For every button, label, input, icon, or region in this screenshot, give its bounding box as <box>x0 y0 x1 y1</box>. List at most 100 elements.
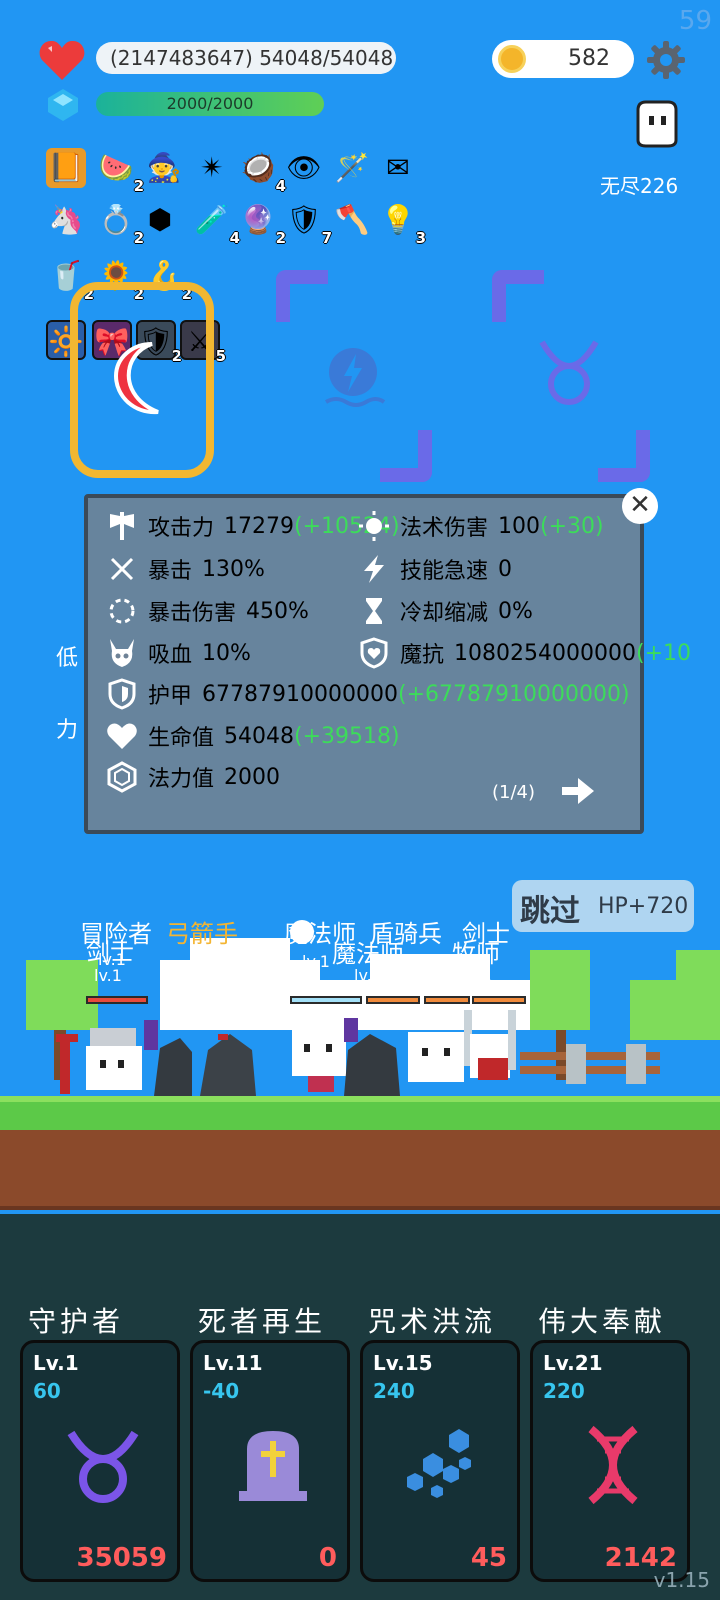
stat-cdr: 冷却缩减 0% <box>358 595 533 627</box>
taurus-sign-icon <box>539 340 599 405</box>
coin-icon <box>498 45 526 73</box>
book-icon[interactable]: 📙 <box>46 148 86 188</box>
item-glyph: 🧪 <box>194 203 230 236</box>
stat-label: 攻击力 <box>148 516 215 541</box>
hidden-text: 力 <box>56 718 79 743</box>
unit-label-shield-knight: 盾骑兵 <box>370 920 442 948</box>
skip-hp-label: HP+720 <box>598 894 689 919</box>
unit-level: lv.1 <box>464 966 492 985</box>
item-glyph: ✴ <box>200 151 224 184</box>
potion-icon[interactable]: 🧪 4 <box>192 200 240 246</box>
skill-value: 60 <box>33 1379 61 1403</box>
coin-value: 582 <box>568 46 610 71</box>
skill-title: 伟大奉献 <box>538 1305 667 1338</box>
item-glyph: 🧙 <box>146 151 182 184</box>
frame-corner <box>492 270 544 322</box>
skill-cost: 0 <box>318 1543 337 1573</box>
stat-label: 护甲 <box>148 684 193 709</box>
stat-haste: 技能急速 0 <box>358 553 512 585</box>
stat-label: 吸血 <box>148 643 193 668</box>
crystal-ball-icon[interactable]: 🔮 2 <box>238 200 286 246</box>
gear-icon[interactable] <box>646 40 686 80</box>
stat-magic: 法术伤害 100 (+30) <box>358 510 604 542</box>
page-indicator: (1/4) <box>492 782 536 803</box>
item-glyph: 🦄 <box>48 203 84 236</box>
skill-value: 220 <box>543 1379 585 1403</box>
dna-icon <box>588 1425 638 1505</box>
unit-level: lv.1 <box>302 952 330 971</box>
magic-wand-icon[interactable]: 🪄 <box>332 148 372 188</box>
stat-value: 0% <box>498 598 533 624</box>
unit-hp-bar <box>86 996 148 1004</box>
stat-critdmg: 暴击伤害 450% <box>106 595 309 627</box>
ring-icon[interactable]: 💍 2 <box>96 200 144 246</box>
item-glyph: 💡 <box>380 203 416 236</box>
item-glyph: ⬢ <box>147 203 173 236</box>
hexagons-icon <box>407 1429 471 1498</box>
item-count: 5 <box>215 347 226 365</box>
mp-bar: 2000/2000 <box>96 92 324 116</box>
unit-hp-bar <box>366 996 420 1004</box>
unit-hp-bar <box>472 996 526 1004</box>
skill-cost: 35059 <box>76 1543 167 1573</box>
skill-title: 咒术洪流 <box>368 1305 497 1338</box>
item-glyph: 🪄 <box>334 151 370 184</box>
stat-attack: 攻击力 17279 (+10524) <box>106 510 400 542</box>
skill-card[interactable]: Lv.1 60 35059 <box>20 1340 180 1582</box>
hidden-text: 低 <box>56 646 79 671</box>
wizard-hat-icon[interactable]: 🧙 <box>144 148 184 188</box>
stat-label: 法力值 <box>148 767 215 792</box>
next-page-arrow-icon[interactable] <box>560 775 596 807</box>
item-count: 2 <box>133 177 144 195</box>
unit-hp-bar <box>290 996 362 1004</box>
watermelon-icon[interactable]: 🍉 2 <box>96 148 144 194</box>
item-glyph: 🥤 <box>48 259 84 292</box>
skill-title: 守护者 <box>28 1305 125 1338</box>
coconut-icon[interactable]: 🥥 4 <box>238 148 286 194</box>
stat-value: 10% <box>202 640 251 666</box>
crystal-icon <box>107 761 137 793</box>
close-button[interactable]: ✕ <box>622 488 658 524</box>
game-screen: 59 (2147483647) 54048/54048 2000/2000 58… <box>0 0 720 1600</box>
coin-counter: 582 <box>492 40 634 78</box>
battle-axe-icon[interactable]: 🪓 <box>332 200 372 240</box>
enemy-dark-unit <box>344 1034 400 1096</box>
dirt-ground <box>0 1130 720 1210</box>
stat-label: 冷却缩减 <box>400 601 489 626</box>
skill-level: Lv.11 <box>203 1351 263 1375</box>
item-glyph: 🥥 <box>240 151 276 184</box>
item-glyph: 🔮 <box>240 203 276 236</box>
stat-armor: 护甲 67787910000000 (+67787910000000) <box>106 678 630 710</box>
stat-value: 67787910000000 <box>202 681 398 707</box>
blue-gem-icon[interactable]: ⬢ <box>140 200 180 240</box>
shield-badge-icon[interactable]: 🛡 7 <box>284 200 332 246</box>
lightbulb-icon[interactable]: 💡 3 <box>378 200 426 246</box>
skill-value: -40 <box>203 1379 240 1403</box>
envelope-icon[interactable]: ✉ <box>378 148 418 188</box>
eye-charm-icon[interactable]: 👁 <box>284 148 324 188</box>
ghost-icon[interactable] <box>632 100 682 148</box>
unit-level: lv.1 <box>400 952 428 971</box>
endless-level-label: 无尽226 <box>600 174 679 198</box>
sun-icon <box>359 511 389 541</box>
crossed-swords-icon <box>110 557 134 581</box>
item-glyph: 💍 <box>98 203 134 236</box>
skill-card[interactable]: Lv.11 -40 0 <box>190 1340 350 1582</box>
unicorn-icon[interactable]: 🦄 <box>46 200 86 240</box>
heart-outline-icon <box>107 723 137 749</box>
skill-level: Lv.15 <box>373 1351 433 1375</box>
version-label: v1.15 <box>653 1568 710 1592</box>
stat-bonus: (+30) <box>540 513 604 539</box>
shield-heart-icon <box>360 637 388 669</box>
tombstone-icon <box>239 1431 307 1501</box>
spiked-club-icon[interactable]: ✴ <box>192 148 232 188</box>
frame-corner <box>598 430 650 482</box>
stat-crit: 暴击 130% <box>106 553 265 585</box>
skill-card[interactable]: Lv.21 220 2142 <box>530 1340 690 1582</box>
stat-bonus: (+10 <box>635 640 691 666</box>
lightning-seal-icon <box>324 348 386 407</box>
hourglass-icon <box>366 598 382 624</box>
stat-value: 54048 <box>224 723 295 749</box>
skill-card[interactable]: Lv.15 240 45 <box>360 1340 520 1582</box>
item-glyph: 🍉 <box>98 151 134 184</box>
